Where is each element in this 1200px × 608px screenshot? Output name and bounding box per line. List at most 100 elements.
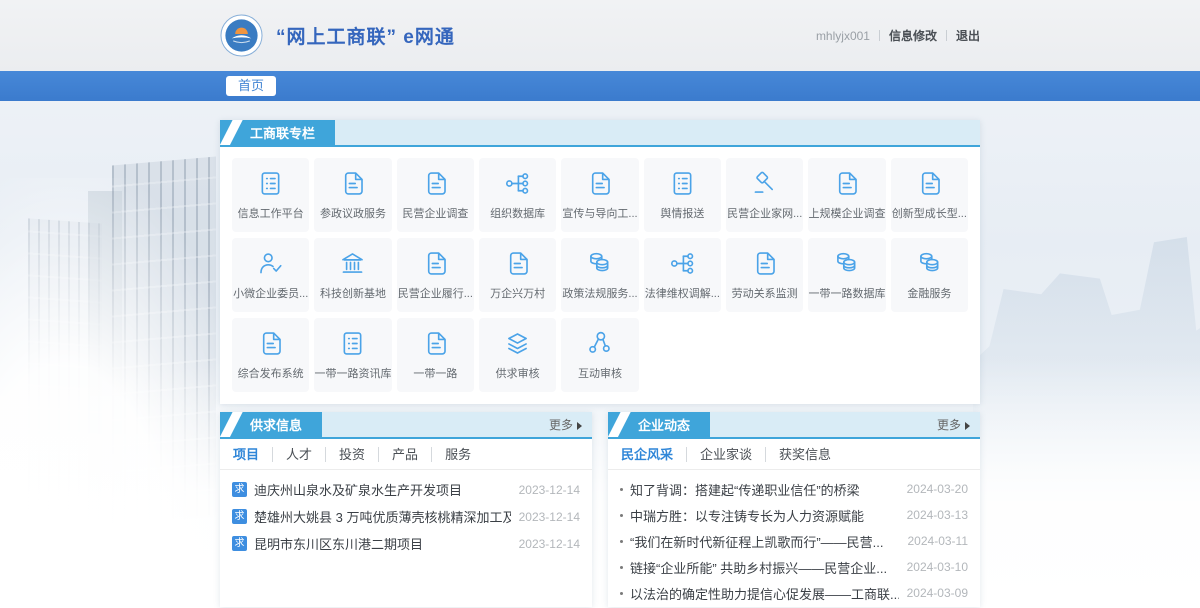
app-entry-card[interactable]: 信息工作平台 xyxy=(232,158,309,232)
app-entry-label: 政策法规服务... xyxy=(562,285,637,301)
app-entry-label: 民营企业家网... xyxy=(727,205,802,221)
app-entry-card[interactable]: 政策法规服务... xyxy=(561,238,638,312)
supply-tab[interactable]: 投资 xyxy=(325,447,378,462)
supply-item[interactable]: 求 迪庆州山泉水及矿泉水生产开发项目 2023-12-14 xyxy=(232,476,580,503)
coins-icon xyxy=(585,249,614,278)
app-entry-label: 信息工作平台 xyxy=(238,205,304,221)
app-entry-label: 民营企业履行... xyxy=(398,285,473,301)
supply-item-date: 2023-12-14 xyxy=(519,510,580,524)
app-entry-card[interactable]: 小微企业委员... xyxy=(232,238,309,312)
news-tabbar: 民企风采 企业家谈 获奖信息 xyxy=(608,439,980,470)
doc-icon xyxy=(338,169,367,198)
app-entry-label: 上规模企业调查 xyxy=(808,205,885,221)
supply-item[interactable]: 求 昆明市东川区东川港二期项目 2023-12-14 xyxy=(232,530,580,557)
news-item[interactable]: 中瑞方胜：以专注铸专长为人力资源赋能 2024-03-13 xyxy=(620,502,968,528)
news-item[interactable]: 知了背调：搭建起“传递职业信任”的桥梁 2024-03-20 xyxy=(620,476,968,502)
special-column-title: 工商联专栏 xyxy=(220,120,335,145)
site-title: “网上工商联” e网通 xyxy=(276,22,455,49)
app-entry-label: 参政议政服务 xyxy=(320,205,386,221)
supply-item-title: 迪庆州山泉水及矿泉水生产开发项目 xyxy=(254,480,511,499)
supply-item-title: 昆明市东川区东川港二期项目 xyxy=(254,534,511,553)
supply-tab[interactable]: 项目 xyxy=(232,447,272,462)
divider xyxy=(879,30,880,41)
edit-info-link[interactable]: 信息修改 xyxy=(889,27,937,44)
app-entry-card[interactable]: 一带一路数据库 xyxy=(808,238,885,312)
app-entry-card[interactable]: 组织数据库 xyxy=(479,158,556,232)
doc-icon xyxy=(421,169,450,198)
gavel-icon xyxy=(750,169,779,198)
home-nav-button[interactable]: 首页 xyxy=(226,76,276,96)
news-item-date: 2024-03-20 xyxy=(907,482,968,496)
top-header: “网上工商联” e网通 mhlyjx001 信息修改 退出 xyxy=(0,0,1200,71)
supply-list: 求 迪庆州山泉水及矿泉水生产开发项目 2023-12-14 求 楚雄州大姚县 3… xyxy=(220,476,592,557)
supply-demand-header: 供求信息 更多 xyxy=(220,412,592,439)
app-entry-card[interactable]: 一带一路 xyxy=(397,318,474,392)
app-entry-card[interactable]: 劳动关系监测 xyxy=(726,238,803,312)
app-entry-label: 舆情报送 xyxy=(660,205,704,221)
news-more-link[interactable]: 更多 xyxy=(937,412,980,437)
list-icon xyxy=(668,169,697,198)
app-entry-label: 法律维权调解... xyxy=(645,285,720,301)
more-arrow-icon xyxy=(577,422,582,430)
supply-more-link[interactable]: 更多 xyxy=(549,412,592,437)
news-tab[interactable]: 民企风采 xyxy=(620,447,686,462)
supply-tab[interactable]: 人才 xyxy=(272,447,325,462)
doc-icon xyxy=(256,329,285,358)
supply-tab[interactable]: 产品 xyxy=(378,447,431,462)
app-entry-card[interactable]: 上规模企业调查 xyxy=(808,158,885,232)
supply-item-date: 2023-12-14 xyxy=(519,483,580,497)
news-tab[interactable]: 获奖信息 xyxy=(765,447,844,462)
app-entry-card[interactable]: 创新型成长型... xyxy=(891,158,968,232)
news-item-date: 2024-03-09 xyxy=(907,586,968,600)
app-entry-card[interactable]: 民营企业调查 xyxy=(397,158,474,232)
list-icon xyxy=(256,169,285,198)
app-entry-card[interactable]: 民营企业家网... xyxy=(726,158,803,232)
coins-icon xyxy=(832,249,861,278)
app-entry-card[interactable]: 万企兴万村 xyxy=(479,238,556,312)
app-entry-label: 劳动关系监测 xyxy=(732,285,798,301)
doc-icon xyxy=(915,169,944,198)
app-entry-card[interactable]: 供求审核 xyxy=(479,318,556,392)
bullet-icon xyxy=(620,488,623,491)
app-entry-label: 供求审核 xyxy=(496,365,540,381)
app-entry-label: 综合发布系统 xyxy=(238,365,304,381)
bullet-icon xyxy=(620,592,623,595)
username-label: mhlyjx001 xyxy=(816,29,870,43)
news-item-title: 中瑞方胜：以专注铸专长为人力资源赋能 xyxy=(630,506,899,525)
special-column-header: 工商联专栏 xyxy=(220,120,980,147)
app-entry-card[interactable]: 科技创新基地 xyxy=(314,238,391,312)
logout-link[interactable]: 退出 xyxy=(956,27,980,44)
app-entry-label: 科技创新基地 xyxy=(320,285,386,301)
enterprise-news-title: 企业动态 xyxy=(608,412,710,437)
app-entry-label: 宣传与导向工... xyxy=(562,205,637,221)
app-entry-card[interactable]: 互动审核 xyxy=(561,318,638,392)
app-entry-label: 金融服务 xyxy=(907,285,951,301)
app-entry-card[interactable]: 法律维权调解... xyxy=(644,238,721,312)
supply-item-title: 楚雄州大姚县 3 万吨优质薄壳核桃精深加工及科... xyxy=(254,507,511,526)
supply-tab[interactable]: 服务 xyxy=(431,447,484,462)
app-entry-label: 创新型成长型... xyxy=(892,205,967,221)
demand-badge: 求 xyxy=(232,482,247,497)
app-entry-card[interactable]: 民营企业履行... xyxy=(397,238,474,312)
news-item[interactable]: 以法治的确定性助力提信心促发展——工商联... 2024-03-09 xyxy=(620,580,968,606)
app-entry-label: 一带一路资讯库 xyxy=(314,365,391,381)
app-entry-card[interactable]: 一带一路资讯库 xyxy=(314,318,391,392)
app-entry-card[interactable]: 宣传与导向工... xyxy=(561,158,638,232)
supply-item-date: 2023-12-14 xyxy=(519,537,580,551)
doc-icon xyxy=(750,249,779,278)
supply-item[interactable]: 求 楚雄州大姚县 3 万吨优质薄壳核桃精深加工及科... 2023-12-14 xyxy=(232,503,580,530)
news-item-title: “我们在新时代新征程上凯歌而行”——民营... xyxy=(630,532,900,551)
app-entry-label: 互动审核 xyxy=(578,365,622,381)
app-entry-card[interactable]: 金融服务 xyxy=(891,238,968,312)
site-logo-icon xyxy=(220,14,263,57)
app-entry-card[interactable]: 综合发布系统 xyxy=(232,318,309,392)
news-item[interactable]: “我们在新时代新征程上凯歌而行”——民营... 2024-03-11 xyxy=(620,528,968,554)
app-entry-card[interactable]: 参政议政服务 xyxy=(314,158,391,232)
news-tab[interactable]: 企业家谈 xyxy=(686,447,765,462)
news-item[interactable]: 链接“企业所能” 共助乡村振兴——民营企业... 2024-03-10 xyxy=(620,554,968,580)
layers-icon xyxy=(503,329,532,358)
org-chart-icon xyxy=(503,169,532,198)
app-entry-card[interactable]: 舆情报送 xyxy=(644,158,721,232)
bank-icon xyxy=(338,249,367,278)
user-bar: mhlyjx001 信息修改 退出 xyxy=(816,27,980,44)
